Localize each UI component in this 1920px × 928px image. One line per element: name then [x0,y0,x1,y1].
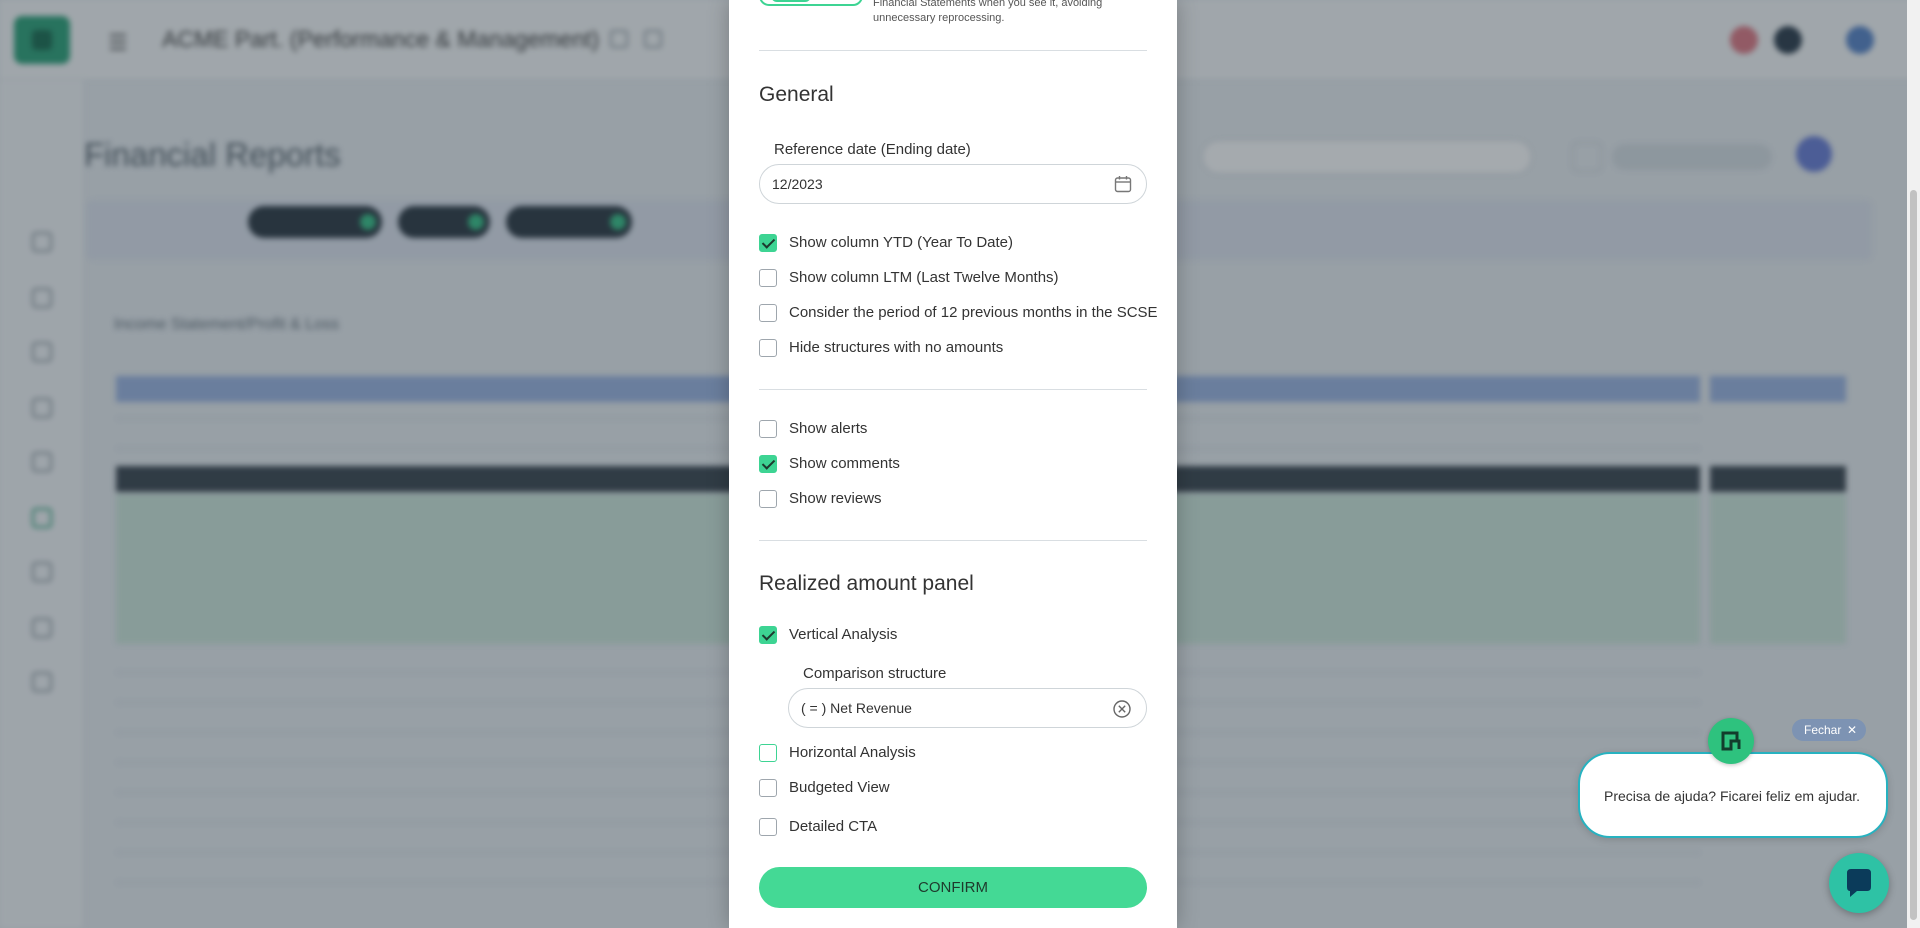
reference-date-label: Reference date (Ending date) [774,141,971,158]
report-settings-modal: Financial Statements when you see it, av… [729,0,1177,928]
close-icon: ✕ [1846,723,1857,737]
chat-agent-avatar [1708,718,1754,764]
chat-logo-icon [1721,731,1741,751]
checkbox-label: Detailed CTA [789,818,878,835]
confirm-button[interactable]: CONFIRM [759,867,1147,908]
close-chat-label: Fechar [1804,723,1842,737]
comparison-structure-field[interactable]: ( = ) Net Revenue [788,688,1147,728]
checkbox-box[interactable] [759,779,777,797]
reference-date-value: 12/2023 [772,176,823,192]
checkbox-box[interactable] [759,455,777,473]
divider [759,540,1147,541]
section-title-realized: Realized amount panel [759,572,974,595]
comparison-structure-value: ( = ) Net Revenue [801,700,912,716]
chat-icon [1847,869,1871,897]
checkbox-label: Consider the period of 12 previous month… [789,304,1158,321]
chat-launcher-button[interactable] [1829,853,1889,913]
divider [759,50,1147,51]
divider [759,389,1147,390]
page-scrollbar[interactable] [1907,0,1920,928]
checkbox-label: Show column YTD (Year To Date) [789,234,1013,251]
section-title-general: General [759,83,834,106]
checkbox-label: Show alerts [789,420,868,437]
cache-toggle[interactable] [759,0,863,6]
checkbox-label: Hide structures with no amounts [789,339,1004,356]
checkbox-box[interactable] [759,339,777,357]
chat-message: Precisa de ajuda? Ficarei feliz em ajuda… [1604,788,1861,804]
checkbox-box[interactable] [759,304,777,322]
checkbox-box[interactable] [759,234,777,252]
checkbox-label: Budgeted View [789,779,890,796]
checkbox-label: Show column LTM (Last Twelve Months) [789,269,1059,286]
calendar-icon[interactable] [1114,175,1132,193]
clear-icon[interactable] [1112,699,1132,719]
help-text: Financial Statements when you see it, av… [873,0,1103,24]
checkbox-label: Show comments [789,455,900,472]
reference-date-field[interactable]: 12/2023 [759,164,1147,204]
close-chat-button[interactable]: Fechar ✕ [1792,719,1866,741]
scrollbar-thumb[interactable] [1910,190,1917,920]
checkbox-box[interactable] [759,744,777,762]
comparison-structure-label: Comparison structure [803,665,947,682]
checkbox-box[interactable] [759,818,777,836]
checkbox-label: Show reviews [789,490,882,507]
checkbox-box[interactable] [759,269,777,287]
checkbox-label: Horizontal Analysis [789,744,916,761]
chat-bubble[interactable]: Precisa de ajuda? Ficarei feliz em ajuda… [1578,752,1888,838]
checkbox-box[interactable] [759,626,777,644]
checkbox-box[interactable] [759,490,777,508]
checkbox-box[interactable] [759,420,777,438]
checkbox-label: Vertical Analysis [789,626,898,643]
